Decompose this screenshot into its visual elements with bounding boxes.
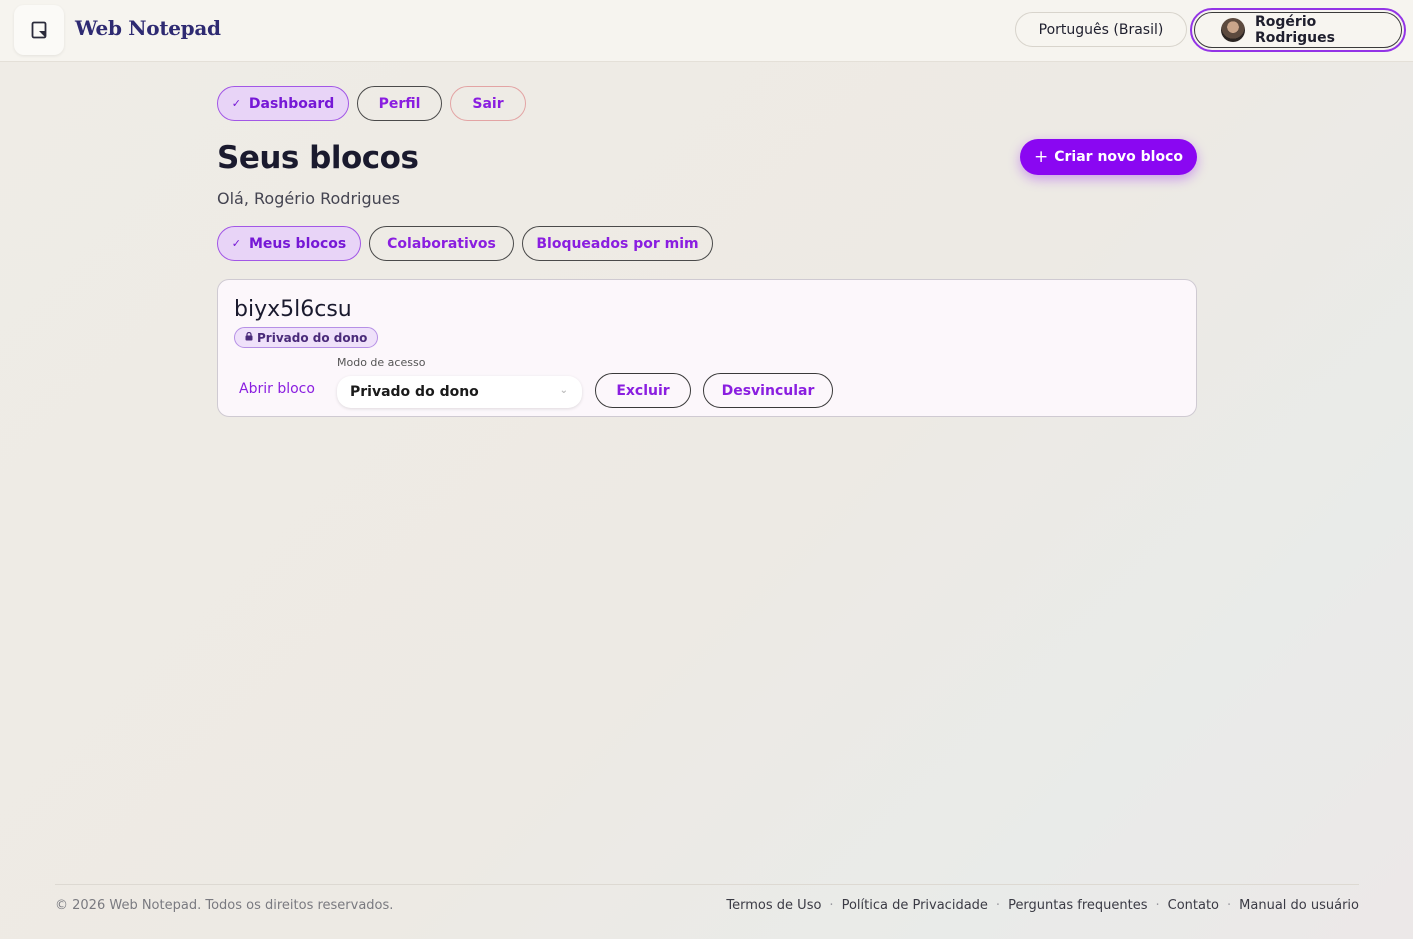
lock-icon bbox=[245, 331, 253, 344]
footer-link-privacy[interactable]: Política de Privacidade bbox=[842, 898, 988, 913]
tab-blocked[interactable]: Bloqueados por mim bbox=[522, 226, 713, 261]
brand-name[interactable]: Web Notepad bbox=[75, 16, 221, 40]
nav-profile[interactable]: Perfil bbox=[357, 86, 442, 121]
tab-blocked-label: Bloqueados por mim bbox=[536, 235, 699, 252]
notepad-icon bbox=[31, 21, 47, 39]
footer-link-terms[interactable]: Termos de Uso bbox=[726, 898, 821, 913]
footer-separator: · bbox=[1155, 898, 1160, 913]
footer-separator: · bbox=[995, 898, 1001, 913]
footer-link-manual[interactable]: Manual do usuário bbox=[1239, 898, 1359, 913]
chevron-down-icon: ⌄ bbox=[559, 385, 568, 396]
greeting: Olá, Rogério Rodrigues bbox=[217, 189, 400, 208]
footer-separator: · bbox=[829, 898, 834, 913]
block-card: biyx5l6csu Privado do dono Abrir bloco M… bbox=[217, 279, 1197, 417]
footer-link-contact[interactable]: Contato bbox=[1168, 898, 1219, 913]
create-block-label: Criar novo bloco bbox=[1054, 149, 1183, 165]
delete-button[interactable]: Excluir bbox=[595, 373, 691, 408]
tab-my-blocks[interactable]: ✓ Meus blocos bbox=[217, 226, 361, 261]
nav-dashboard-label: Dashboard bbox=[248, 95, 335, 112]
footer-link-faq[interactable]: Perguntas frequentes bbox=[1008, 898, 1147, 913]
footer-separator: · bbox=[1227, 898, 1232, 913]
tab-my-blocks-label: Meus blocos bbox=[248, 235, 347, 252]
language-selector[interactable]: Português (Brasil) bbox=[1015, 12, 1187, 47]
block-name: biyx5l6csu bbox=[234, 297, 352, 322]
user-name: Rogério Rodrigues bbox=[1255, 14, 1335, 46]
nav-logout-label: Sair bbox=[472, 95, 504, 112]
access-mode-select[interactable]: Privado do dono ⌄ bbox=[337, 376, 582, 408]
page-title: Seus blocos bbox=[217, 140, 419, 176]
nav-dashboard[interactable]: ✓ Dashboard bbox=[217, 86, 349, 121]
create-block-button[interactable]: + Criar novo bloco bbox=[1020, 139, 1197, 175]
open-block-link[interactable]: Abrir bloco bbox=[239, 381, 315, 397]
copyright: © 2026 Web Notepad. Todos os direitos re… bbox=[55, 898, 394, 913]
avatar bbox=[1221, 18, 1245, 42]
unlink-button[interactable]: Desvincular bbox=[703, 373, 833, 408]
check-icon: ✓ bbox=[231, 97, 241, 110]
logo[interactable] bbox=[14, 5, 64, 55]
top-bar: Web Notepad Português (Brasil) Rogério R… bbox=[0, 0, 1413, 62]
nav-profile-label: Perfil bbox=[378, 95, 421, 112]
access-mode-label: Modo de acesso bbox=[337, 356, 426, 369]
unlink-label: Desvincular bbox=[721, 382, 815, 399]
tab-collaborative-label: Colaborativos bbox=[387, 235, 496, 252]
user-menu-inner[interactable]: Rogério Rodrigues bbox=[1194, 12, 1402, 48]
delete-label: Excluir bbox=[616, 382, 670, 399]
nav-logout[interactable]: Sair bbox=[450, 86, 526, 121]
plus-icon: + bbox=[1033, 147, 1049, 167]
check-icon: ✓ bbox=[231, 237, 241, 250]
user-menu-button[interactable]: Rogério Rodrigues bbox=[1190, 8, 1406, 52]
access-badge-label: Privado do dono bbox=[257, 330, 368, 345]
tab-collaborative[interactable]: Colaborativos bbox=[369, 226, 514, 261]
access-mode-value: Privado do dono bbox=[350, 384, 479, 400]
access-badge: Privado do dono bbox=[234, 327, 379, 348]
footer-divider bbox=[55, 884, 1359, 885]
footer-links: Termos de Uso · Política de Privacidade … bbox=[726, 898, 1359, 913]
